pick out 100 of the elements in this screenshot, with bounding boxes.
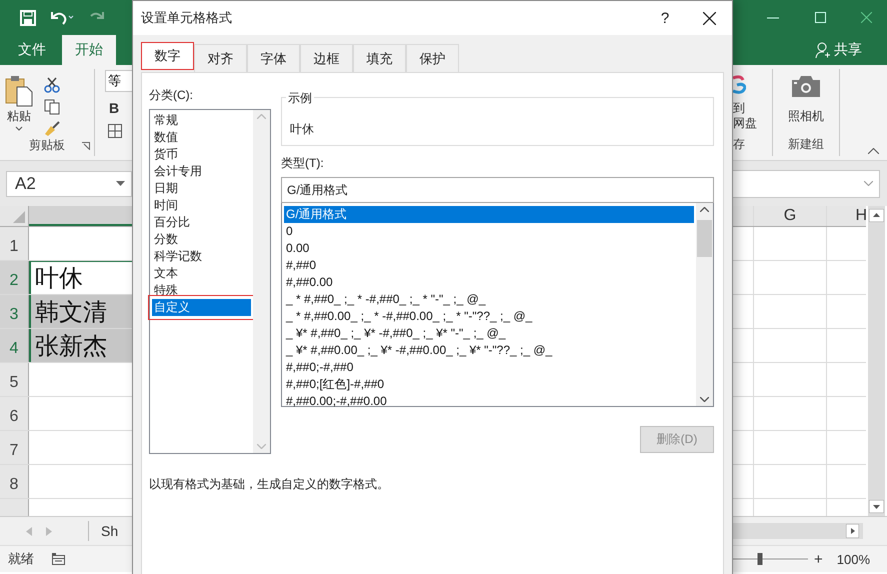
button-label[interactable]: 网盘 (733, 116, 757, 130)
zoom-slider[interactable] (733, 553, 808, 565)
column-header[interactable]: G (754, 206, 827, 226)
macro-icon[interactable] (52, 553, 65, 565)
bold-button[interactable]: B (105, 100, 132, 116)
camera-button-label[interactable]: 照相机 (788, 109, 824, 124)
group-label: 新建组 (788, 136, 824, 153)
row-header[interactable]: 3 (0, 295, 29, 328)
type-item[interactable]: 0.00 (284, 240, 694, 257)
collapse-ribbon-icon[interactable] (868, 148, 879, 154)
dialog-tab[interactable]: 字体 (247, 44, 300, 72)
right-arrow-icon[interactable] (846, 524, 859, 538)
brush-icon[interactable] (44, 121, 60, 137)
category-item[interactable]: 时间 (152, 197, 251, 214)
category-item[interactable]: 自定义 (152, 299, 251, 316)
row-header[interactable]: 5 (0, 363, 29, 396)
category-item[interactable]: 常规 (152, 112, 251, 129)
category-item[interactable]: 分数 (152, 231, 251, 248)
cloud-disk-icon[interactable] (733, 75, 746, 95)
caret-icon[interactable] (15, 126, 23, 131)
maximize-icon[interactable] (814, 12, 826, 23)
camera-icon[interactable] (792, 75, 820, 97)
description-text: 以现有格式为基础，生成自定义的数字格式。 (149, 476, 390, 493)
column-header[interactable] (29, 206, 132, 226)
paste-icon[interactable] (4, 75, 34, 107)
ribbon-tab[interactable]: 开始 (62, 35, 116, 65)
dialog-title: 设置单元格格式 (141, 9, 233, 27)
category-label: 分类(C): (149, 87, 194, 104)
dialog-tab[interactable]: 数字 (141, 42, 194, 70)
category-item[interactable]: 数值 (152, 129, 251, 146)
horizontal-scrollbar[interactable] (733, 523, 863, 539)
name-box[interactable]: A2 (6, 170, 132, 196)
type-label: 类型(T): (281, 155, 325, 172)
type-item[interactable]: _ * #,##0.00_ ;_ * -#,##0.00_ ;_ * "-"??_ ;_ @_ (284, 308, 694, 325)
up-arrow-icon[interactable] (869, 209, 884, 222)
sheet-tab[interactable]: Sh (101, 523, 118, 539)
type-item[interactable]: #,##0.00 (284, 274, 694, 291)
category-item[interactable]: 会计专用 (152, 163, 251, 180)
type-input-field[interactable]: G/通用格式 (281, 177, 714, 203)
dialog-launcher-icon[interactable] (82, 142, 90, 150)
type-item[interactable]: #,##0.00;-#,##0.00 (284, 393, 694, 410)
type-list[interactable] (281, 203, 714, 407)
down-arrow-icon[interactable] (869, 500, 884, 513)
type-item[interactable]: G/通用格式 (284, 206, 694, 223)
group-label: 剪贴板 (29, 137, 65, 154)
vertical-scrollbar[interactable] (868, 206, 885, 516)
table-cell: 韩文清 (29, 295, 132, 328)
row-header[interactable]: 1 (0, 227, 29, 260)
close-icon[interactable] (861, 12, 872, 23)
slider-thumb[interactable] (758, 553, 762, 565)
type-item[interactable]: #,##0;[红色]-#,##0 (284, 376, 694, 393)
user-icon (815, 42, 831, 58)
row-header[interactable]: 7 (0, 431, 29, 464)
category-item[interactable]: 货币 (152, 146, 251, 163)
category-item[interactable]: 百分比 (152, 214, 251, 231)
caret-icon[interactable] (116, 181, 125, 186)
close-icon (702, 12, 716, 24)
category-item[interactable]: 文本 (152, 265, 251, 282)
category-item[interactable]: 日期 (152, 180, 251, 197)
dialog-tab[interactable]: 对齐 (194, 44, 247, 72)
save-icon[interactable] (20, 10, 36, 26)
borders-icon[interactable] (108, 124, 122, 138)
row-header[interactable]: 4 (0, 329, 29, 362)
copy-icon[interactable] (44, 99, 60, 115)
scissors-icon[interactable] (44, 77, 60, 93)
row-header[interactable]: 2 (0, 261, 29, 294)
type-item[interactable]: _ ¥* #,##0.00_ ;_ ¥* -#,##0.00_ ;_ ¥* "-"??_ ;_ @_ (284, 342, 694, 359)
category-item[interactable]: 特殊 (152, 282, 251, 299)
help-button[interactable]: ? (650, 8, 680, 28)
table-cell: 叶休 (29, 261, 132, 294)
type-item[interactable]: _ * #,##0_ ;_ * -#,##0_ ;_ * "-"_ ;_ @_ (284, 291, 694, 308)
zoom-level[interactable]: 100% (836, 552, 870, 566)
dialog-tab[interactable]: 边框 (300, 44, 353, 72)
dialog-tab[interactable]: 保护 (406, 44, 459, 72)
sample-label: 示例 (286, 90, 314, 107)
button-label[interactable]: 到 (733, 100, 757, 116)
category-item[interactable]: 科学记数 (152, 248, 251, 265)
expand-icon[interactable] (864, 181, 873, 186)
undo-icon[interactable] (50, 10, 74, 26)
type-item[interactable]: _ ¥* #,##0_ ;_ ¥* -#,##0_ ;_ ¥* "-"_ ;_ @_ (284, 325, 694, 342)
group-label: 存 (733, 136, 745, 153)
status-text: 就绪 (8, 550, 34, 568)
scroll-thumb[interactable] (697, 220, 712, 257)
row-header[interactable]: 8 (0, 465, 29, 498)
paste-label[interactable]: 粘贴 (7, 109, 31, 124)
formula-field[interactable] (733, 170, 880, 198)
font-name-field[interactable]: 等 (105, 70, 132, 92)
sample-value: 叶休 (290, 121, 314, 138)
type-item[interactable]: #,##0 (284, 257, 694, 274)
table-cell: 张新杰 (29, 329, 132, 362)
ribbon-tab[interactable]: 文件 (10, 35, 54, 65)
dialog-tab[interactable]: 填充 (353, 44, 406, 72)
row-header[interactable]: 6 (0, 397, 29, 430)
type-item[interactable]: #,##0;-#,##0 (284, 359, 694, 376)
scroll-down-icon[interactable] (700, 397, 709, 402)
scroll-up-icon[interactable] (700, 207, 709, 212)
type-item[interactable]: 0 (284, 223, 694, 240)
zoom-in-button[interactable]: + (814, 550, 823, 568)
category-list[interactable]: 常规 数值 货币 会计专用 日期 时间 百分比 分数 科学记数 文本 特殊 自定义 (149, 109, 271, 454)
minimize-icon[interactable] (767, 16, 779, 18)
